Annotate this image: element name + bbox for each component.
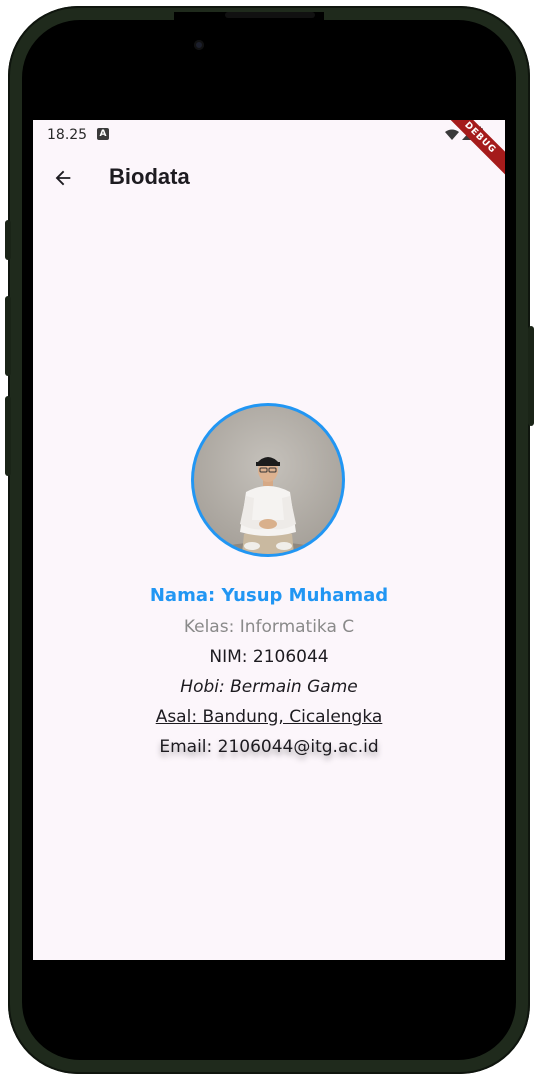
speaker-grille	[225, 12, 315, 18]
notification-icon: A	[97, 128, 109, 140]
profile-photo	[208, 457, 328, 554]
email-text: Email: 2106044@itg.ac.id	[159, 737, 379, 757]
volume-down-button	[5, 296, 11, 376]
nama-text: Nama: Yusup Muhamad	[149, 585, 389, 606]
back-button[interactable]	[45, 160, 81, 196]
asal-text: Asal: Bandung, Cicalengka	[155, 707, 383, 727]
nim-text: NIM: 2106044	[209, 647, 329, 667]
kelas-text: Kelas: Informatika C	[183, 617, 355, 637]
volume-up-button	[5, 220, 11, 260]
arrow-left-icon	[55, 170, 71, 186]
status-time: 18.25	[47, 127, 88, 143]
page-title: Biodata	[109, 164, 190, 189]
avatar	[194, 406, 342, 554]
status-bar: 18.25 A DEBUG	[33, 120, 505, 183]
avatar-ring	[191, 403, 345, 557]
app-screen: 18.25 A DEBUG Biodata Nama: Yusup Muhama…	[33, 120, 505, 960]
app-bar: Biodata	[33, 150, 505, 206]
front-camera	[194, 40, 204, 50]
hobi-text: Hobi: Bermain Game	[180, 677, 358, 697]
silent-switch	[5, 396, 11, 476]
wifi-icon	[445, 129, 459, 140]
power-button	[528, 326, 534, 426]
